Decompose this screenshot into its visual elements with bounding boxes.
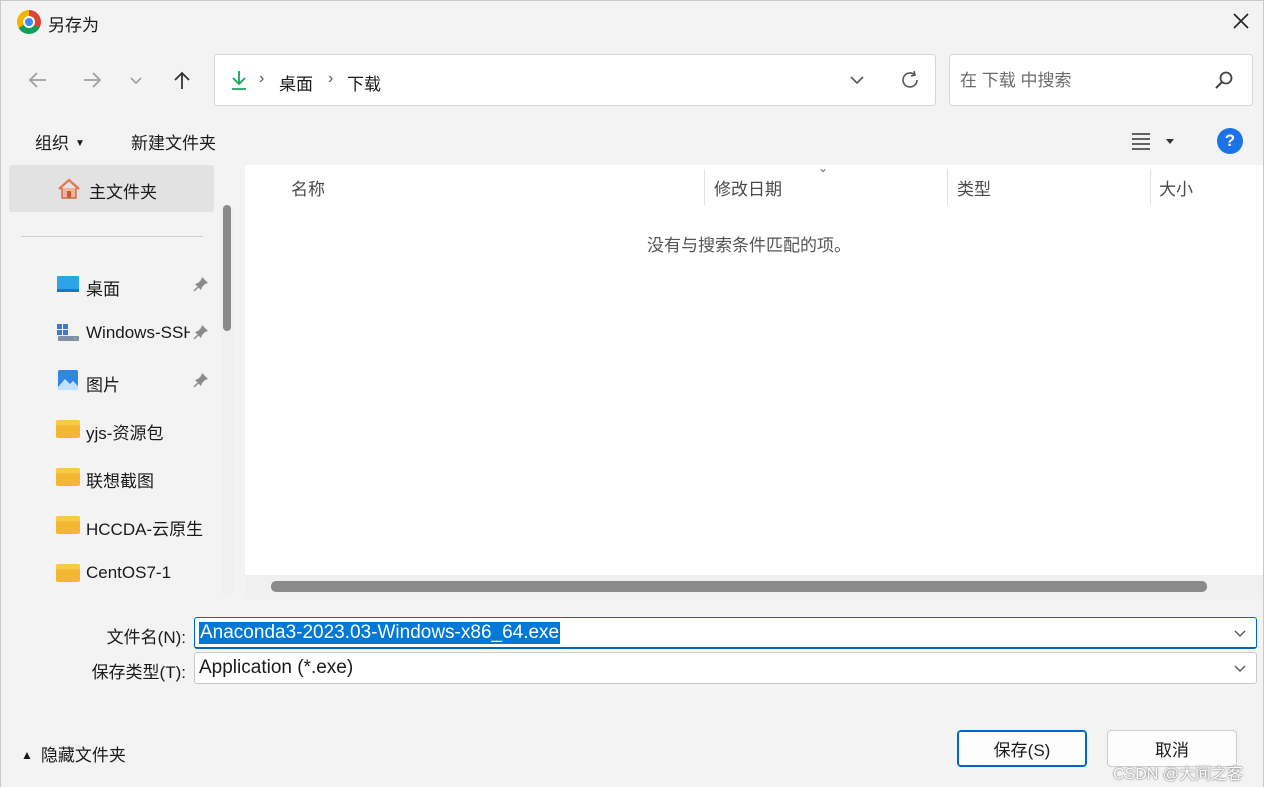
- chevron-down-icon: [1234, 665, 1246, 672]
- recent-locations-button[interactable]: [121, 65, 151, 95]
- sidebar-item-label: 图片: [86, 376, 120, 395]
- save-as-dialog: 另存为 › 桌面 › 下载 在 下载 中搜索 组织 ▼ 新建文件夹 ? 主文件夹…: [0, 0, 1264, 787]
- folder-icon: [56, 564, 80, 582]
- filename-label: 文件名(N):: [106, 628, 186, 647]
- filename-value: Anaconda3-2023.03-Windows-x86_64.exe: [199, 622, 561, 644]
- column-header-name[interactable]: 名称: [291, 175, 325, 200]
- sort-indicator-icon: ⌄: [818, 161, 829, 175]
- sidebar-item-label: 主文件夹: [89, 183, 157, 202]
- search-icon: [1215, 71, 1233, 89]
- new-folder-button[interactable]: 新建文件夹: [131, 129, 216, 154]
- file-list: 名称 ⌄ 修改日期 类型 大小 没有与搜索条件匹配的项。: [245, 161, 1263, 599]
- sidebar-item-windows-ssh[interactable]: Windows-SSH: [6, 313, 216, 353]
- list-view-icon: [1132, 133, 1174, 150]
- breadcrumb-desktop[interactable]: 桌面: [279, 70, 313, 95]
- breadcrumb-downloads[interactable]: 下载: [347, 70, 381, 95]
- title-bar: 另存为: [1, 1, 1263, 43]
- filename-area: 文件名(N): Anaconda3-2023.03-Windows-x86_64…: [1, 599, 1263, 697]
- close-button[interactable]: [1223, 5, 1259, 37]
- refresh-button[interactable]: [897, 67, 923, 93]
- breadcrumb-separator: ›: [259, 70, 265, 87]
- organize-label: 组织: [35, 134, 69, 153]
- sidebar-item-label: Windows-SSH: [86, 323, 190, 342]
- chrome-icon: [17, 10, 41, 34]
- watermark: CSDN @大间之客: [1113, 766, 1244, 783]
- chevron-down-icon[interactable]: [1232, 624, 1248, 642]
- close-icon: [1233, 13, 1249, 29]
- navigation-pane: 主文件夹 桌面 Windows-SSH 图片 yjs-资源包 联想截图 HCCD…: [6, 165, 239, 599]
- view-options-button[interactable]: [1131, 129, 1179, 153]
- desktop-icon: [57, 276, 79, 292]
- column-divider[interactable]: [704, 169, 705, 205]
- sidebar-item-pictures[interactable]: 图片: [6, 361, 216, 401]
- search-box[interactable]: [949, 54, 1253, 106]
- sidebar-item-label: CentOS7-1: [86, 563, 172, 582]
- sidebar-item-label: 联想截图: [86, 472, 154, 491]
- sidebar-item-label: HCCDA-云原生: [86, 520, 204, 539]
- command-toolbar: 组织 ▼ 新建文件夹 ?: [1, 117, 1263, 165]
- scrollbar-thumb[interactable]: [271, 581, 1207, 592]
- sidebar-divider: [21, 236, 203, 237]
- column-divider[interactable]: [1150, 169, 1151, 205]
- refresh-icon: [902, 70, 918, 88]
- pin-icon: [193, 373, 208, 388]
- forward-button[interactable]: [77, 65, 107, 95]
- address-bar[interactable]: › 桌面 › 下载: [214, 54, 936, 106]
- column-header-date[interactable]: 修改日期: [714, 175, 782, 200]
- sidebar-item-desktop[interactable]: 桌面: [6, 265, 216, 305]
- folder-icon: [56, 468, 80, 486]
- dialog-footer: ▲ 隐藏文件夹 保存(S) 取消 CSDN @大间之客: [1, 697, 1263, 787]
- file-list-scrollbar[interactable]: [245, 575, 1263, 599]
- help-icon[interactable]: ?: [1217, 128, 1243, 154]
- sidebar-item-label: yjs-资源包: [86, 424, 164, 443]
- caret-up-icon: ▲: [21, 748, 33, 762]
- arrow-right-icon: [84, 72, 102, 88]
- column-divider[interactable]: [947, 169, 948, 205]
- sidebar-scrollbar[interactable]: [221, 205, 233, 595]
- pin-icon: [193, 325, 208, 340]
- window-title: 另存为: [48, 16, 99, 35]
- folder-icon: [56, 420, 80, 438]
- filetype-value: Application (*.exe): [199, 657, 354, 678]
- search-input[interactable]: [960, 68, 1210, 94]
- sidebar-item-folder[interactable]: 联想截图: [6, 457, 216, 497]
- column-header-size[interactable]: 大小: [1159, 175, 1193, 200]
- download-icon: [232, 71, 246, 90]
- breadcrumb-separator: ›: [328, 70, 334, 87]
- caret-down-icon: ▼: [75, 138, 85, 149]
- save-button[interactable]: 保存(S): [957, 730, 1087, 767]
- sidebar-item-label: 桌面: [86, 280, 120, 299]
- home-icon: [58, 178, 80, 199]
- sidebar-item-folder[interactable]: CentOS7-1: [6, 553, 216, 593]
- filetype-label: 保存类型(T):: [91, 663, 186, 682]
- sidebar-item-folder[interactable]: HCCDA-云原生: [6, 505, 216, 545]
- address-history-button[interactable]: [845, 68, 869, 92]
- hide-folders-toggle[interactable]: ▲ 隐藏文件夹: [21, 741, 126, 766]
- sidebar-item-home[interactable]: 主文件夹: [9, 165, 214, 212]
- hide-folders-label: 隐藏文件夹: [40, 746, 126, 765]
- arrow-up-icon: [174, 71, 190, 89]
- arrow-left-icon: [28, 72, 46, 88]
- network-drive-icon: [57, 324, 79, 341]
- filename-field[interactable]: Anaconda3-2023.03-Windows-x86_64.exe: [194, 617, 1257, 649]
- folder-icon: [56, 516, 80, 534]
- scrollbar-thumb[interactable]: [223, 205, 231, 331]
- navigation-bar: › 桌面 › 下载: [1, 43, 1263, 117]
- up-button[interactable]: [167, 65, 197, 95]
- pin-icon: [193, 277, 208, 292]
- filetype-select[interactable]: Application (*.exe): [194, 652, 1257, 684]
- organize-menu[interactable]: 组织 ▼: [35, 129, 85, 154]
- chevron-down-icon: [850, 76, 864, 85]
- empty-message: 没有与搜索条件匹配的项。: [647, 236, 851, 255]
- column-header-type[interactable]: 类型: [957, 175, 991, 200]
- chevron-down-icon: [130, 77, 142, 85]
- sidebar-item-folder[interactable]: yjs-资源包: [6, 409, 216, 449]
- pictures-icon: [58, 370, 78, 390]
- back-button[interactable]: [23, 65, 53, 95]
